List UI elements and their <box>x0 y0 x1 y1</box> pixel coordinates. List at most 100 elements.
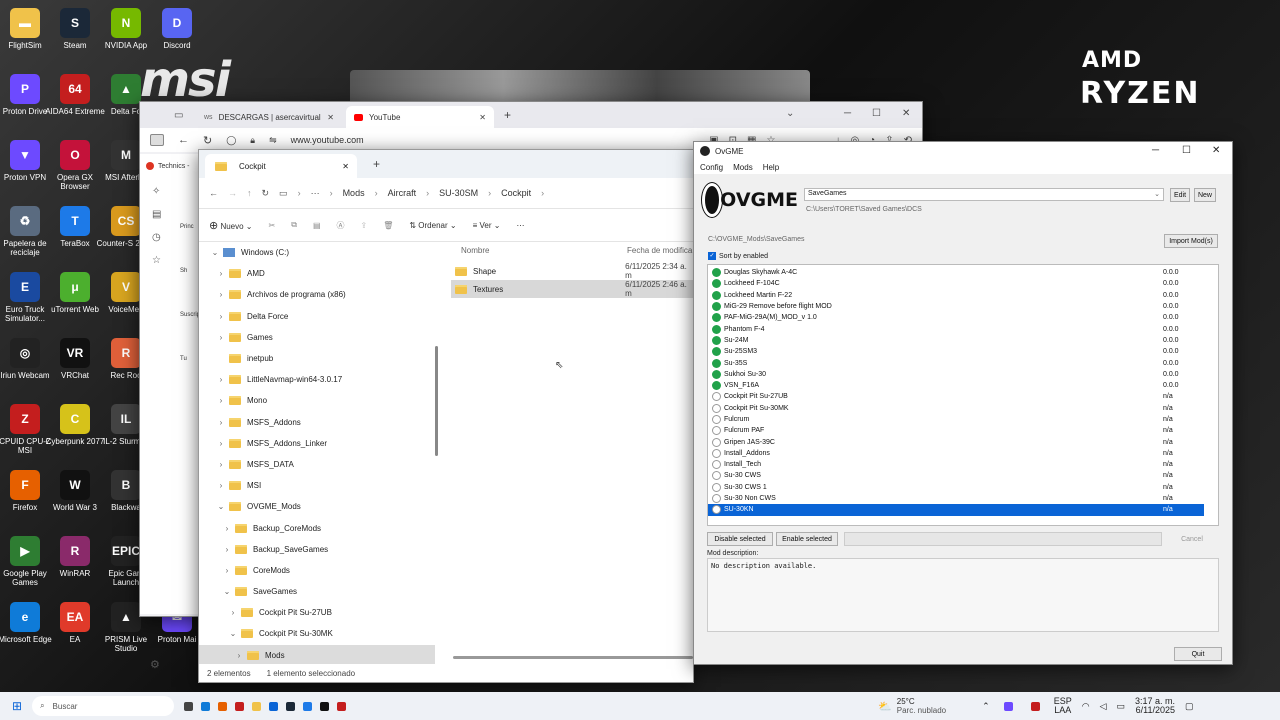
close-icon[interactable]: ✕ <box>902 108 910 119</box>
more-icon[interactable]: ⋯ <box>516 221 524 230</box>
weather-widget[interactable]: ⛅ 25°C Parc. nublado <box>878 697 946 715</box>
shield-icon[interactable]: ◯ <box>226 135 236 146</box>
tree-item[interactable]: inetpub <box>199 348 435 369</box>
outlook-icon[interactable] <box>269 701 279 711</box>
cancel-button[interactable]: Cancel <box>1166 532 1218 546</box>
enabled-check-icon[interactable] <box>712 290 721 300</box>
mod-row[interactable]: Su-35S 0.0.0 <box>708 357 1218 368</box>
tree-item[interactable]: ⌄ Cockpit Pit Su-30MK <box>199 623 435 644</box>
msi-task-icon[interactable] <box>337 701 347 711</box>
rename-icon[interactable]: Ⓐ <box>337 220 345 231</box>
disabled-circle-icon[interactable] <box>712 482 721 492</box>
chevron-right-icon[interactable]: › <box>215 396 227 405</box>
mod-description-box[interactable]: No description available. <box>707 558 1219 632</box>
permissions-icon[interactable]: ⇋ <box>269 135 277 146</box>
back-icon[interactable]: ← <box>178 134 189 146</box>
enabled-check-icon[interactable] <box>712 302 721 312</box>
import-mods-button[interactable]: Import Mod(s) <box>1164 234 1218 248</box>
monitor-icon[interactable]: ▭ <box>279 188 288 199</box>
disable-selected-button[interactable]: Disable selected <box>707 532 773 546</box>
settings-icon[interactable]: ⚙ <box>150 658 160 671</box>
chevron-right-icon[interactable]: › <box>215 481 227 490</box>
start-icon[interactable]: ⊞ <box>12 699 22 713</box>
enabled-check-icon[interactable] <box>712 313 721 323</box>
profile-select[interactable]: SaveGames ⌄ <box>804 188 1164 201</box>
mod-row[interactable]: Lockheed F-104C 0.0.0 <box>708 278 1218 289</box>
tree-item[interactable]: › MSFS_DATA <box>199 454 435 475</box>
search-box[interactable]: ⌕ Buscar <box>32 696 175 716</box>
bookmarks-side-icon[interactable]: ☆ <box>152 255 161 266</box>
close-icon[interactable]: ✕ <box>1212 145 1220 156</box>
chevron-right-icon[interactable]: › <box>215 375 227 384</box>
chevron-down-icon[interactable]: ⌄ <box>227 629 239 638</box>
disabled-circle-icon[interactable] <box>712 415 721 424</box>
ovgme-task-icon[interactable] <box>320 701 330 711</box>
mod-row[interactable]: Cockpit Pit Su-30MK n/a <box>708 403 1218 414</box>
explorer-tab[interactable]: Cockpit ✕ <box>205 154 357 178</box>
explorer-icon[interactable] <box>252 701 262 711</box>
refresh-icon[interactable]: ↻ <box>262 188 270 199</box>
enabled-check-icon[interactable] <box>712 279 721 289</box>
side-tab[interactable]: Technics - <box>146 162 190 170</box>
mod-row[interactable]: Su-30 CWS n/a <box>708 470 1218 481</box>
quit-button[interactable]: Quit <box>1174 647 1222 661</box>
chevron-right-icon[interactable]: › <box>221 566 233 575</box>
mod-row[interactable]: Install_Tech n/a <box>708 459 1218 470</box>
url-field[interactable]: www.youtube.com <box>291 135 364 145</box>
tray-icon-1[interactable] <box>1003 701 1013 711</box>
firefox-icon[interactable] <box>218 701 228 711</box>
view-button[interactable]: ≡ Ver ⌄ <box>473 221 501 230</box>
chevron-right-icon[interactable]: › <box>221 545 233 554</box>
chevron-right-icon[interactable]: › <box>215 312 227 321</box>
reload-icon[interactable]: ↻ <box>203 134 212 147</box>
enabled-check-icon[interactable] <box>712 347 721 357</box>
ellipsis-icon[interactable]: ⋯ <box>311 188 320 199</box>
tree-item[interactable]: › Cockpit Pit Su-27UB <box>199 602 435 623</box>
disabled-circle-icon[interactable] <box>712 426 721 436</box>
file-row[interactable]: Shape 6/11/2025 2:34 a. m <box>451 262 695 280</box>
enable-selected-button[interactable]: Enable selected <box>776 532 838 546</box>
mod-row[interactable]: Su-24M 0.0.0 <box>708 335 1218 346</box>
history-side-icon[interactable]: ◷ <box>152 232 161 243</box>
chevron-right-icon[interactable]: › <box>233 651 245 660</box>
new-button[interactable]: ⊕ Nuevo ⌄ <box>209 219 253 232</box>
minimize-icon[interactable]: ─ <box>844 108 851 119</box>
language-indicator[interactable]: ESP LAA <box>1054 697 1072 715</box>
tree-item[interactable]: ⌄ OVGME_Mods <box>199 496 435 517</box>
enabled-check-icon[interactable] <box>712 324 721 334</box>
horizontal-scrollbar[interactable] <box>453 656 693 659</box>
chevron-right-icon[interactable]: › <box>215 418 227 427</box>
enabled-check-icon[interactable] <box>712 268 721 278</box>
mod-row[interactable]: Fulcrum n/a <box>708 414 1218 425</box>
tree-item[interactable]: › Delta Force <box>199 306 435 327</box>
breadcrumb-su30sm[interactable]: SU-30SM <box>439 188 478 198</box>
tree-item[interactable]: › LittleNavmap-win64-3.0.17 <box>199 369 435 390</box>
ai-icon[interactable]: ✧ <box>152 186 161 197</box>
yt-you-label[interactable]: Tu <box>180 356 200 362</box>
chevron-right-icon[interactable]: › <box>215 460 227 469</box>
new-profile-button[interactable]: New <box>1194 188 1216 202</box>
chevron-up-icon[interactable]: ⌃ <box>982 701 990 712</box>
menu-config[interactable]: Config <box>700 163 723 172</box>
breadcrumb-cockpit[interactable]: Cockpit <box>501 188 531 198</box>
enabled-check-icon[interactable] <box>712 335 721 345</box>
mod-row[interactable]: Fulcrum PAF n/a <box>708 425 1218 436</box>
file-row[interactable]: Textures 6/11/2025 2:46 a. m <box>451 280 695 298</box>
mod-row[interactable]: Su-30 CWS 1 n/a <box>708 482 1218 493</box>
tree-item[interactable]: › Backup_SaveGames <box>199 539 435 560</box>
chevron-right-icon[interactable]: › <box>227 608 239 617</box>
tree-item[interactable]: › MSI <box>199 475 435 496</box>
tree-item[interactable]: › Backup_CoreMods <box>199 517 435 538</box>
store-icon[interactable] <box>303 701 313 711</box>
tree-item[interactable]: › MSFS_Addons <box>199 412 435 433</box>
clock[interactable]: 3:17 a. m. 6/11/2025 <box>1135 697 1175 715</box>
new-tab-icon[interactable]: + <box>504 108 511 122</box>
chevron-right-icon[interactable]: › <box>221 524 233 533</box>
notifications-icon[interactable]: ▢ <box>1185 701 1194 712</box>
browser-tab-youtube[interactable]: YouTube ✕ <box>346 106 494 128</box>
delete-icon[interactable]: 🗑︎ <box>383 221 393 230</box>
edge-icon[interactable] <box>201 701 211 711</box>
mod-row[interactable]: Douglas Skyhawk A-4C 0.0.0 <box>708 267 1218 278</box>
back-icon[interactable]: ← <box>209 188 218 198</box>
task-view-icon[interactable] <box>184 701 194 711</box>
